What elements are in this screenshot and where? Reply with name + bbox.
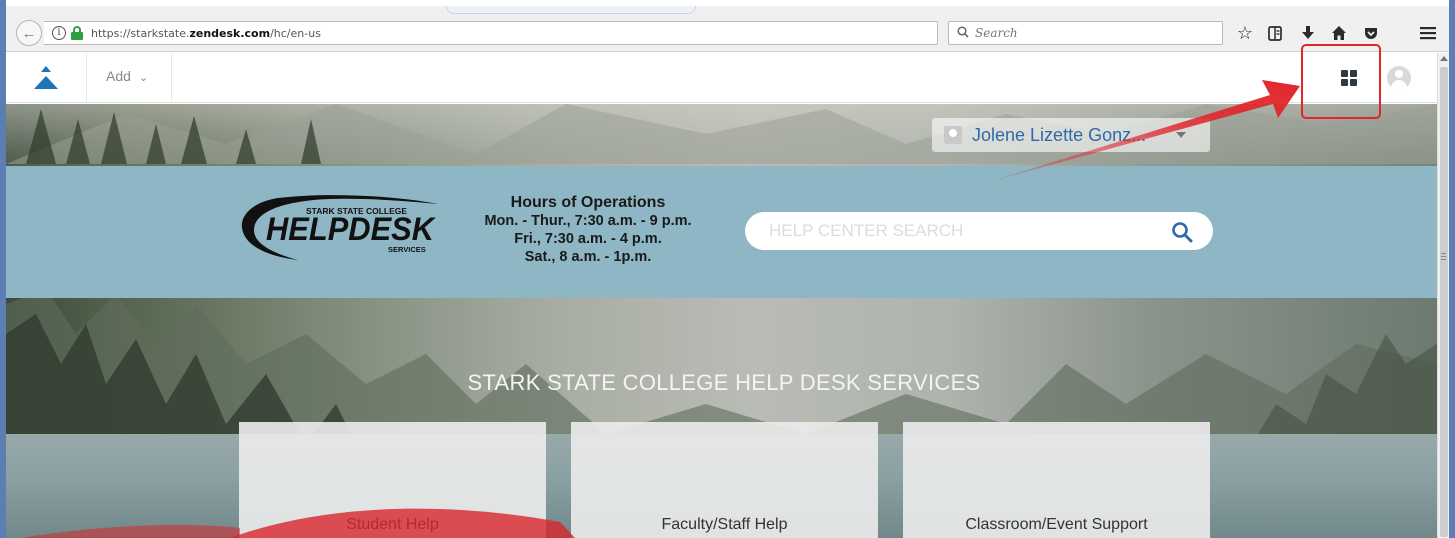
scrollbar-thumb[interactable] — [1440, 67, 1448, 537]
download-icon[interactable] — [1295, 20, 1321, 46]
add-label: Add — [106, 68, 131, 84]
browser-toolbar: ← i https://starkstate.zendesk.com/hc/en… — [6, 6, 1449, 52]
category-card-label: Student Help — [346, 516, 439, 533]
topbar-divider-2 — [171, 53, 172, 103]
helpdesk-logo[interactable]: STARK STATE COLLEGE HELPDESK SERVICES — [238, 190, 438, 270]
hours-line-friday: Fri., 7:30 a.m. - 4 p.m. — [514, 231, 662, 247]
back-icon: ← — [21, 24, 37, 42]
category-card-label: Faculty/Staff Help — [661, 516, 788, 533]
help-center-search[interactable] — [745, 212, 1213, 250]
page-scrollbar[interactable] — [1437, 53, 1449, 538]
url-text[interactable]: https://starkstate.zendesk.com/hc/en-us — [91, 27, 321, 40]
info-icon[interactable]: i — [52, 26, 66, 40]
add-menu-button[interactable]: Add ⌄ — [106, 68, 148, 84]
user-name: Jolene Lizette Gonz... — [972, 124, 1147, 145]
back-button[interactable]: ← — [16, 20, 42, 46]
hours-of-operation: Hours of Operations Mon. - Thur., 7:30 a… — [452, 194, 724, 266]
search-icon — [957, 25, 969, 41]
hours-title: Hours of Operations — [510, 194, 666, 211]
scrollbar-grip-icon — [1441, 253, 1446, 260]
hours-line-weekday: Mon. - Thur., 7:30 a.m. - 9 p.m. — [484, 213, 692, 229]
category-card-classroom-event-support[interactable]: Classroom/Event Support — [903, 422, 1210, 538]
menu-icon[interactable] — [1415, 20, 1441, 46]
user-icon — [944, 126, 962, 144]
category-card-student-help[interactable]: Student Help — [239, 422, 546, 538]
reading-list-icon[interactable] — [1262, 20, 1288, 46]
zendesk-topbar: Add ⌄ — [6, 53, 1449, 103]
category-card-label: Classroom/Event Support — [965, 516, 1148, 533]
help-center-page: Jolene Lizette Gonz... STARK STATE COLLE… — [6, 104, 1437, 538]
logo-sub-text: SERVICES — [388, 245, 426, 254]
caret-down-icon — [1176, 132, 1186, 138]
bookmark-star-icon[interactable]: ☆ — [1232, 20, 1258, 46]
tab-strip[interactable] — [446, 6, 696, 14]
home-icon[interactable] — [1326, 20, 1352, 46]
pocket-icon[interactable] — [1358, 20, 1384, 46]
logo-main-text: HELPDESK — [266, 211, 437, 247]
help-center-search-input[interactable] — [769, 221, 1159, 241]
hours-line-saturday: Sat., 8 a.m. - 1p.m. — [524, 249, 652, 265]
url-bar[interactable]: i https://starkstate.zendesk.com/hc/en-u… — [44, 21, 969, 45]
hero-title: STARK STATE COLLEGE HELP DESK SERVICES — [467, 370, 981, 395]
annotation-highlight-box — [1301, 44, 1381, 119]
lock-icon[interactable] — [71, 26, 83, 40]
user-menu-button[interactable]: Jolene Lizette Gonz... — [932, 118, 1210, 152]
topbar-divider — [86, 53, 87, 103]
browser-window: ← i https://starkstate.zendesk.com/hc/en… — [0, 0, 1455, 538]
zendesk-logo-icon[interactable] — [6, 53, 86, 103]
category-card-faculty-staff-help[interactable]: Faculty/Staff Help — [571, 422, 878, 538]
search-icon[interactable] — [1171, 221, 1193, 243]
browser-search-input[interactable] — [975, 26, 1175, 40]
chevron-down-icon: ⌄ — [138, 72, 149, 84]
browser-search-field[interactable] — [948, 21, 1223, 45]
user-avatar-icon[interactable] — [1387, 66, 1411, 90]
scroll-up-icon[interactable] — [1440, 56, 1448, 61]
